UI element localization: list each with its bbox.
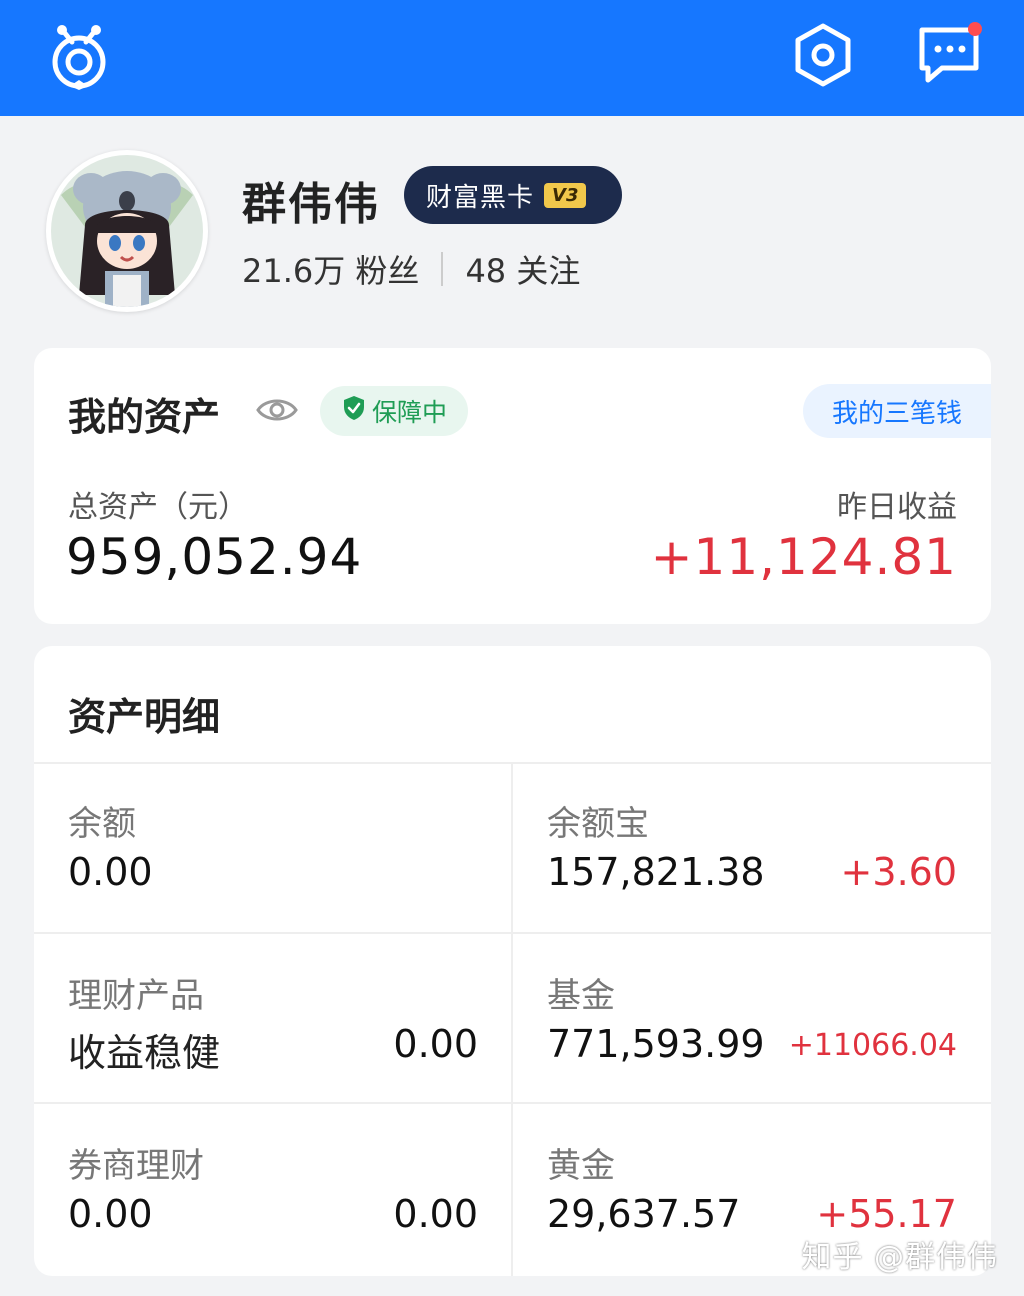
cell-value: 29,637.57 [547,1192,741,1236]
cell-label: 理财产品 [68,976,204,1016]
username: 群伟伟 [242,179,380,230]
cell-value: 771,593.99 [547,1022,765,1066]
cell-balance[interactable]: 余额 0.00 [34,762,512,932]
yesterday-earnings-label: 昨日收益 [837,490,957,525]
vip-badge[interactable]: 财富黑卡 V3 [404,166,622,224]
total-assets-label: 总资产（元） [68,490,248,525]
cell-gain: +55.17 [816,1192,957,1236]
vip-label: 财富黑卡 [426,182,535,213]
yesterday-earnings-value[interactable]: +11,124.81 [651,528,957,586]
cell-wealth-products[interactable]: 理财产品 收益稳健 0.00 [34,934,512,1104]
protect-label: 保障中 [372,398,448,427]
three-money-button[interactable]: 我的三笔钱 [803,384,991,438]
stat-divider [441,252,444,286]
detail-title: 资产明细 [68,695,221,739]
cell-label: 券商理财 [68,1146,204,1186]
asset-detail-card: 资产明细 余额 0.00 余额宝 157,821.38 +3.60 理财产品 收… [34,646,991,1276]
cell-value: 收益稳健 [68,1031,221,1075]
watermark: 知乎 @群伟伟 [801,1240,998,1275]
top-bar [0,0,1024,116]
cell-label: 余额宝 [547,804,649,844]
unread-dot [968,22,982,36]
settings-icon[interactable] [790,22,856,88]
bee-logo-icon[interactable] [44,18,114,92]
total-assets-value[interactable]: 959,052.94 [66,528,362,586]
cell-amount: 0.00 [393,1022,478,1066]
cell-value: 0.00 [68,850,153,894]
cell-value: 0.00 [68,1192,153,1236]
cell-label: 基金 [547,976,615,1016]
cell-gain: +11066.04 [788,1028,957,1063]
fans-count[interactable]: 21.6万 粉丝 [242,246,419,292]
cell-broker-wealth[interactable]: 券商理财 0.00 0.00 [34,1104,512,1274]
cell-amount: 0.00 [393,1192,478,1236]
cell-label: 余额 [68,804,136,844]
profile-stats: 21.6万 粉丝 48 关注 [242,246,580,292]
detail-grid: 余额 0.00 余额宝 157,821.38 +3.60 理财产品 收益稳健 0… [34,762,991,1276]
avatar[interactable] [46,150,208,312]
shield-check-icon [342,395,366,427]
asset-card: 我的资产 保障中 我的三笔钱 总资产（元） 959,052.94 昨日收益 +1… [34,348,991,624]
cell-funds[interactable]: 基金 771,593.99 +11066.04 [513,934,991,1104]
vip-level: V3 [544,182,587,208]
cell-gain: +3.60 [840,850,957,894]
asset-title: 我的资产 [68,395,221,439]
cell-yuebao[interactable]: 余额宝 157,821.38 +3.60 [513,762,991,932]
following-count[interactable]: 48 关注 [465,246,580,292]
eye-icon[interactable] [256,396,298,424]
protect-badge[interactable]: 保障中 [320,386,468,436]
message-icon[interactable] [914,22,986,88]
cell-label: 黄金 [547,1146,615,1186]
cell-value: 157,821.38 [547,850,765,894]
